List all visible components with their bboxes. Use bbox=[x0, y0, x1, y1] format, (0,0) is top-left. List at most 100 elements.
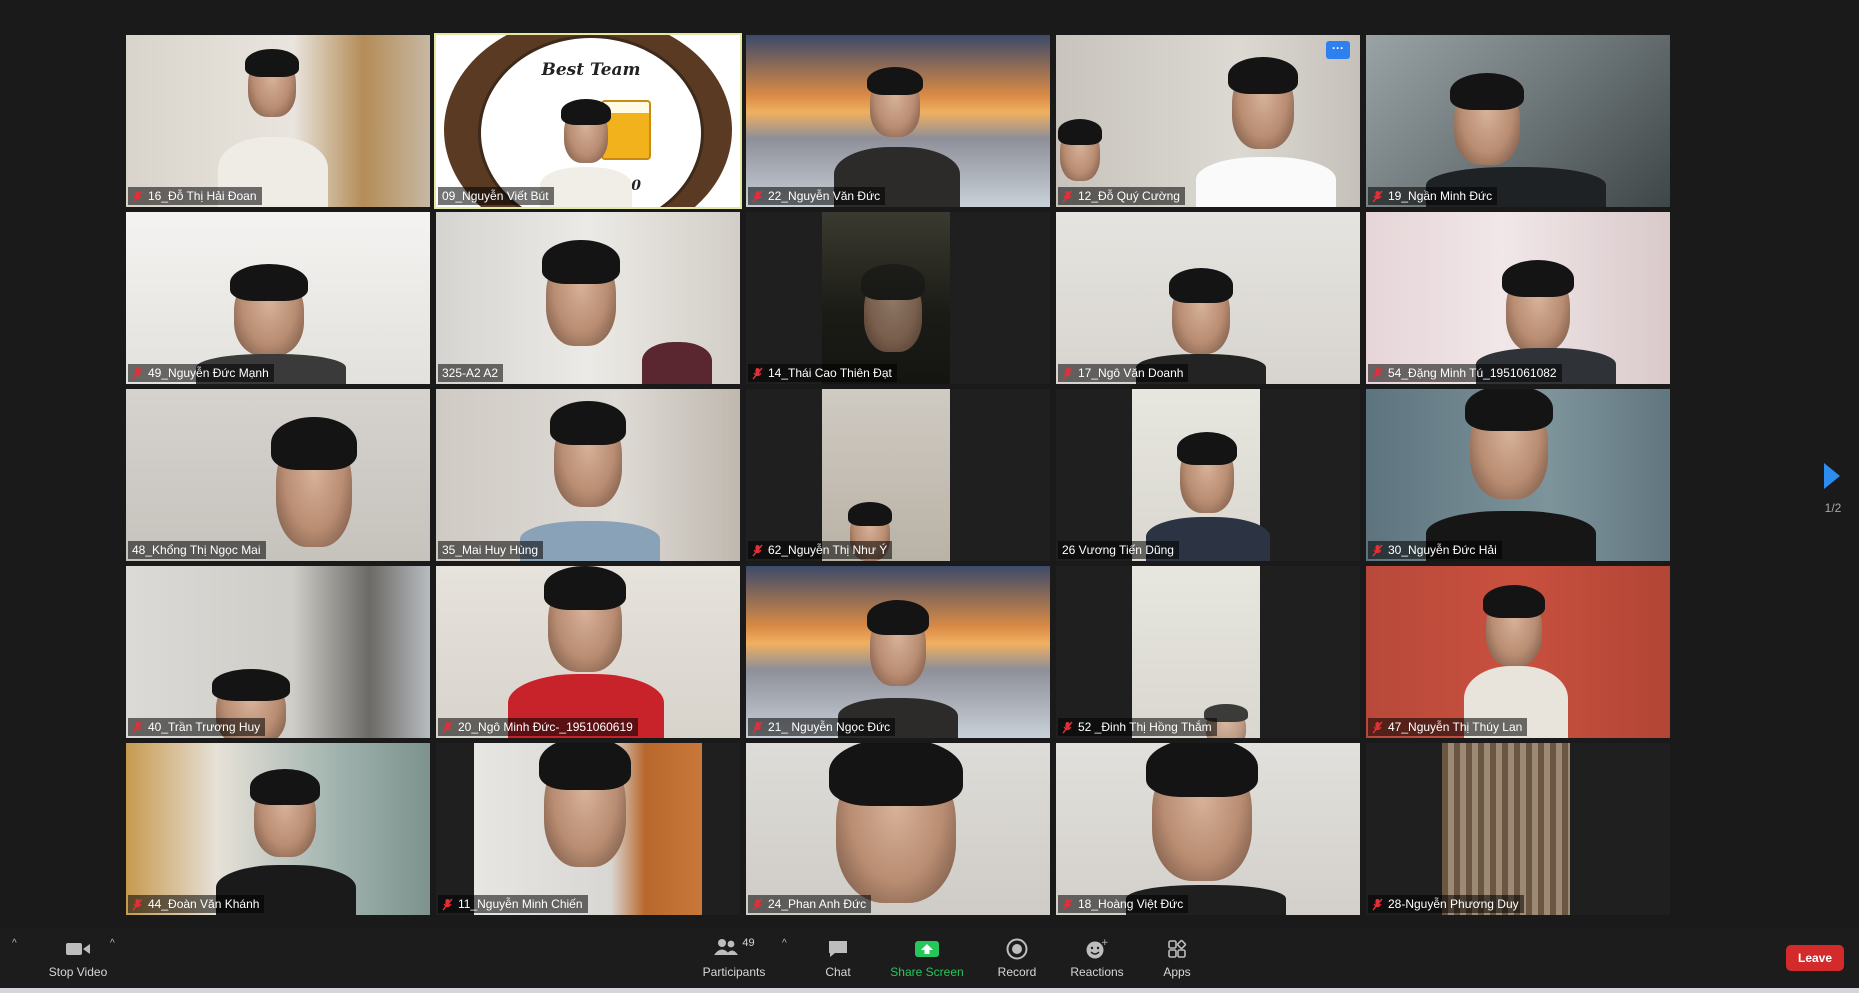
participant-name: 11_Nguyễn Minh Chiến bbox=[458, 897, 583, 911]
chat-label: Chat bbox=[825, 965, 851, 979]
reactions-button[interactable]: + Reactions bbox=[1068, 928, 1126, 988]
participant-name: 22_Nguyễn Văn Đức bbox=[768, 189, 881, 203]
apps-button[interactable]: Apps bbox=[1160, 928, 1194, 988]
mic-off-icon bbox=[752, 544, 763, 557]
participant-name: 47_Nguyễn Thị Thúy Lan bbox=[1388, 720, 1523, 734]
participant-tile[interactable]: 20_Ngô Minh Đức-_1951060619 bbox=[436, 566, 740, 738]
emoji-plus-icon: + bbox=[1085, 937, 1109, 961]
mic-off-icon bbox=[132, 367, 143, 380]
participant-tile[interactable]: 26 Vương Tiến Dũng bbox=[1056, 389, 1360, 561]
participant-tile[interactable]: 19_Ngần Minh Đức bbox=[1366, 35, 1670, 207]
participant-tile[interactable]: 40_Trần Trương Huy bbox=[126, 566, 430, 738]
participant-tile[interactable]: 48_Khổng Thị Ngọc Mai bbox=[126, 389, 430, 561]
participant-tile[interactable]: 11_Nguyễn Minh Chiến bbox=[436, 743, 740, 915]
mic-off-icon bbox=[1062, 367, 1073, 380]
participant-tile[interactable]: 325-A2 A2 bbox=[436, 212, 740, 384]
participant-name: 35_Mai Huy Hùng bbox=[442, 543, 539, 557]
participant-name-bar: 18_Hoàng Việt Đức bbox=[1058, 895, 1189, 913]
participant-name: 16_Đỗ Thị Hải Đoan bbox=[148, 189, 257, 203]
record-label: Record bbox=[997, 965, 1037, 979]
leave-button[interactable]: Leave bbox=[1786, 945, 1844, 971]
mic-off-icon bbox=[1372, 544, 1383, 557]
participants-options-caret[interactable]: ^ bbox=[782, 938, 787, 949]
participant-tile[interactable]: ··· 12_Đỗ Quý Cường bbox=[1056, 35, 1360, 207]
share-screen-button[interactable]: Share Screen bbox=[890, 928, 964, 988]
stop-video-label: Stop Video bbox=[48, 965, 108, 979]
next-page-arrow-icon[interactable] bbox=[1822, 461, 1842, 491]
participant-name: 09_Nguyễn Viết Bút bbox=[442, 189, 549, 203]
participant-name: 40_Trần Trương Huy bbox=[148, 720, 261, 734]
participant-name-bar: 30_Nguyễn Đức Hải bbox=[1368, 541, 1502, 559]
participant-tile[interactable]: 22_Nguyễn Văn Đức bbox=[746, 35, 1050, 207]
video-camera-icon bbox=[65, 937, 91, 961]
mic-off-icon bbox=[442, 898, 453, 911]
participant-tile[interactable]: 35_Mai Huy Hùng bbox=[436, 389, 740, 561]
meeting-toolbar: ^ Stop Video ^ 49 Participants ^ Chat Sh… bbox=[0, 928, 1859, 988]
more-options-icon[interactable]: ··· bbox=[1326, 41, 1350, 59]
participant-name: 62_Nguyễn Thị Như Ý bbox=[768, 543, 888, 557]
mic-off-icon bbox=[752, 190, 763, 203]
share-screen-label: Share Screen bbox=[890, 965, 964, 979]
participant-tile[interactable]: 28-Nguyễn Phương Duy bbox=[1366, 743, 1670, 915]
participant-name: 20_Ngô Minh Đức-_1951060619 bbox=[458, 720, 633, 734]
mic-off-icon bbox=[752, 721, 763, 734]
participant-tile[interactable]: 24_Phan Anh Đức bbox=[746, 743, 1050, 915]
participant-name-bar: 28-Nguyễn Phương Duy bbox=[1368, 895, 1524, 913]
video-options-caret[interactable]: ^ bbox=[110, 938, 115, 949]
participant-tile[interactable]: 18_Hoàng Việt Đức bbox=[1056, 743, 1360, 915]
logo-title: Best Team bbox=[541, 60, 641, 80]
mic-off-icon bbox=[442, 721, 453, 734]
apps-label: Apps bbox=[1163, 965, 1191, 979]
participant-name-bar: 19_Ngần Minh Đức bbox=[1368, 187, 1498, 205]
participant-name-bar: 16_Đỗ Thị Hải Đoan bbox=[128, 187, 262, 205]
participant-tile[interactable]: 14_Thái Cao Thiên Đạt bbox=[746, 212, 1050, 384]
participant-name-bar: 22_Nguyễn Văn Đức bbox=[748, 187, 886, 205]
participant-name-bar: 48_Khổng Thị Ngọc Mai bbox=[128, 541, 266, 559]
participant-name-bar: 09_Nguyễn Viết Bút bbox=[438, 187, 554, 205]
participant-tile[interactable]: 16_Đỗ Thị Hải Đoan bbox=[126, 35, 430, 207]
participant-tile[interactable]: 47_Nguyễn Thị Thúy Lan bbox=[1366, 566, 1670, 738]
participant-name-bar: 20_Ngô Minh Đức-_1951060619 bbox=[438, 718, 638, 736]
audio-options-caret[interactable]: ^ bbox=[12, 938, 17, 949]
share-arrow-icon bbox=[914, 937, 940, 961]
participant-name-bar: 54_Đặng Minh Tú_1951061082 bbox=[1368, 364, 1562, 382]
participant-tile[interactable]: 44_Đoàn Văn Khánh bbox=[126, 743, 430, 915]
stop-video-button[interactable]: Stop Video bbox=[44, 928, 112, 988]
participant-tile[interactable]: 30_Nguyễn Đức Hải bbox=[1366, 389, 1670, 561]
participant-name: 48_Khổng Thị Ngọc Mai bbox=[132, 543, 261, 557]
mic-off-icon bbox=[1062, 190, 1073, 203]
chat-bubble-icon bbox=[827, 937, 849, 961]
participant-tile[interactable]: 17_Ngô Văn Doanh bbox=[1056, 212, 1360, 384]
participant-name: 19_Ngần Minh Đức bbox=[1388, 189, 1493, 203]
mic-off-icon bbox=[132, 190, 143, 203]
mic-off-icon bbox=[1372, 898, 1383, 911]
participant-tile[interactable]: 52 _Đinh Thị Hồng Thắm bbox=[1056, 566, 1360, 738]
participant-name: 52 _Đinh Thị Hồng Thắm bbox=[1078, 720, 1212, 734]
participant-name: 14_Thái Cao Thiên Đạt bbox=[768, 366, 892, 380]
participant-name: 21_ Nguyễn Ngọc Đức bbox=[768, 720, 891, 734]
participant-name-bar: 47_Nguyễn Thị Thúy Lan bbox=[1368, 718, 1528, 736]
participant-name-bar: 49_Nguyễn Đức Mạnh bbox=[128, 364, 274, 382]
participant-name-bar: 21_ Nguyễn Ngọc Đức bbox=[748, 718, 896, 736]
mic-off-icon bbox=[1062, 898, 1073, 911]
participant-tile[interactable]: 54_Đặng Minh Tú_1951061082 bbox=[1366, 212, 1670, 384]
participant-name-bar: 62_Nguyễn Thị Như Ý bbox=[748, 541, 893, 559]
participant-name: 30_Nguyễn Đức Hải bbox=[1388, 543, 1497, 557]
record-button[interactable]: Record bbox=[994, 928, 1040, 988]
chat-button[interactable]: Chat bbox=[818, 928, 858, 988]
participant-tile[interactable]: 21_ Nguyễn Ngọc Đức bbox=[746, 566, 1050, 738]
mic-off-icon bbox=[1062, 721, 1073, 734]
participant-tile[interactable]: 49_Nguyễn Đức Mạnh bbox=[126, 212, 430, 384]
participant-name: 24_Phan Anh Đức bbox=[768, 897, 867, 911]
svg-text:+: + bbox=[1101, 938, 1109, 948]
page-indicator: 1/2 bbox=[1824, 501, 1842, 515]
participant-tile-active-speaker[interactable]: Best Team 2020 09_Nguyễn Viết Bút bbox=[434, 33, 742, 209]
record-icon bbox=[1006, 937, 1028, 961]
participant-tile[interactable]: 62_Nguyễn Thị Như Ý bbox=[746, 389, 1050, 561]
participant-name-bar: 52 _Đinh Thị Hồng Thắm bbox=[1058, 718, 1217, 736]
participants-button[interactable]: 49 Participants bbox=[700, 928, 768, 988]
mic-off-icon bbox=[1372, 190, 1383, 203]
mic-off-icon bbox=[752, 898, 763, 911]
mic-off-icon bbox=[1372, 367, 1383, 380]
participant-name-bar: 35_Mai Huy Hùng bbox=[438, 541, 544, 559]
